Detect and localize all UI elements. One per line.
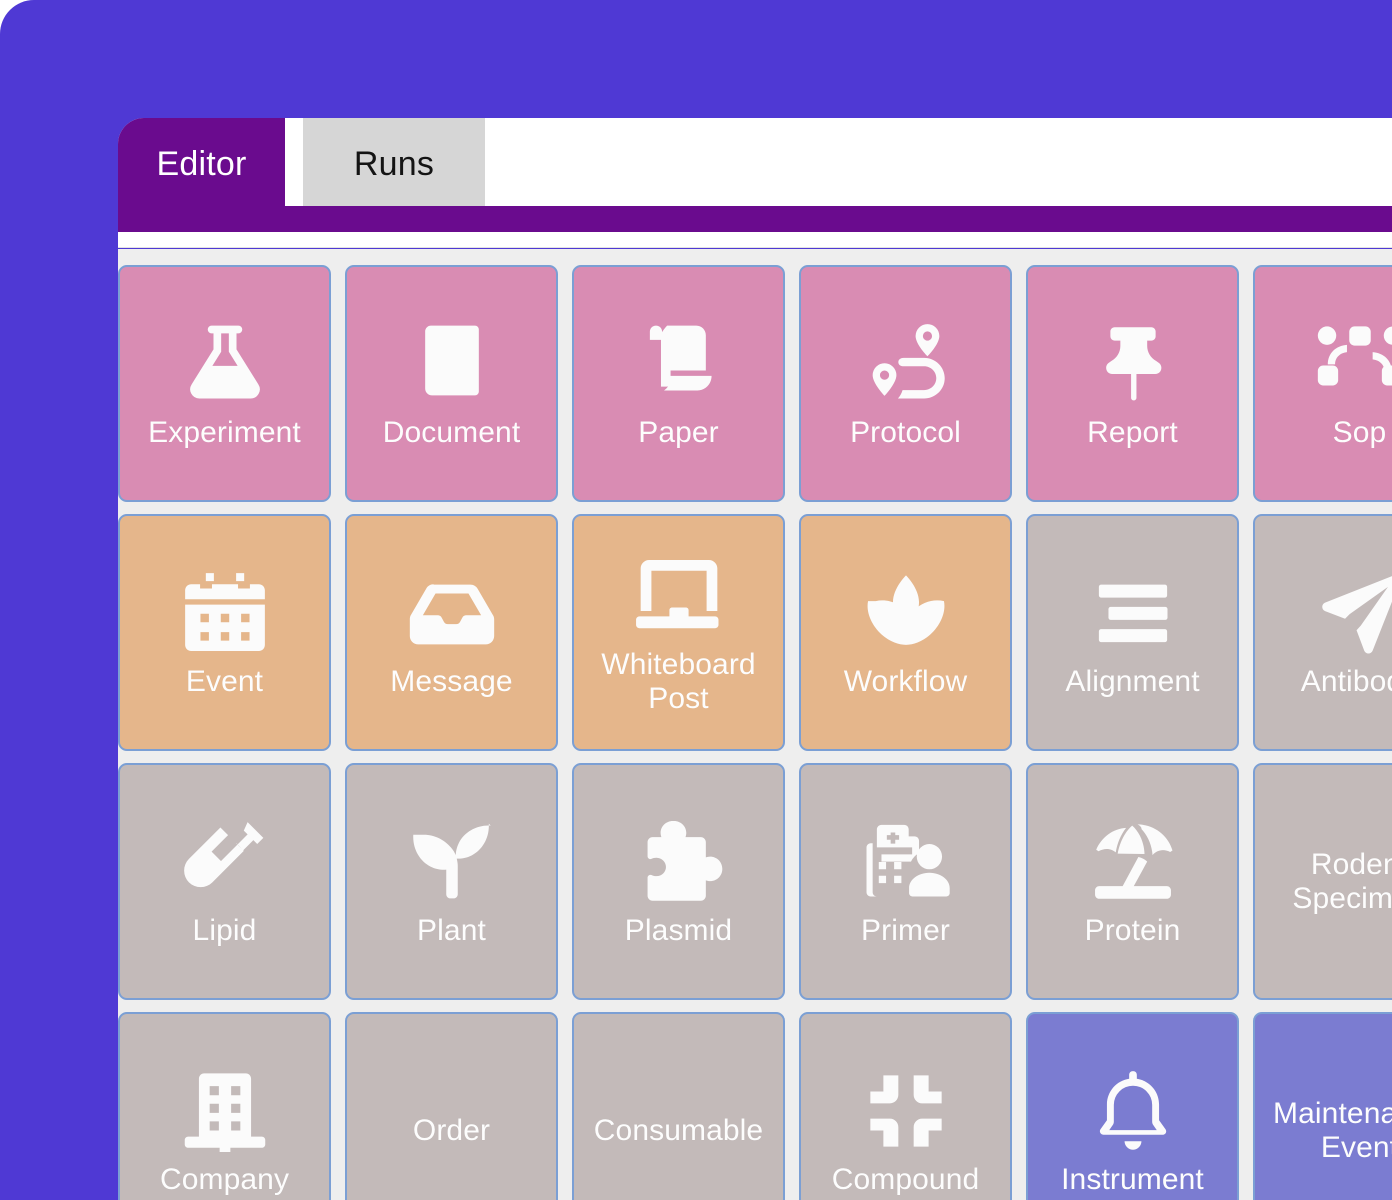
paper-plane-icon [1314,567,1392,659]
entity-tile-label: Maintenance Event [1273,1096,1392,1164]
entity-tile-primer[interactable]: Primer [799,763,1012,1000]
entity-tile-label: Plant [417,913,486,947]
whiteboard-icon [633,550,725,642]
lotus-icon [860,567,952,659]
flowchart-icon [1314,318,1392,410]
entity-tile-experiment[interactable]: Experiment [118,265,331,502]
entity-tile-sop[interactable]: Sop [1253,265,1392,502]
tab-editor[interactable]: Editor [118,118,285,210]
entity-tile-label: Plasmid [624,913,733,947]
pushpin-icon [1087,318,1179,410]
entity-tile-label: Message [390,664,513,698]
entity-tile-label: Rodent Specimen [1292,847,1392,915]
entity-tile-compound[interactable]: Compound [799,1012,1012,1200]
route-icon [860,318,952,410]
entity-tile-label: Workflow [843,664,968,698]
scroll-icon [633,318,725,410]
entity-tile-label: Antibody [1300,664,1392,698]
tab-strip: Editor Runs [118,118,1392,210]
entity-tile-whiteboard-post[interactable]: Whiteboard Post [572,514,785,751]
entity-tile-label: Protein [1084,913,1181,947]
tab-underline-bar [118,206,1392,232]
entity-tile-label: Whiteboard Post [601,647,756,715]
inbox-icon [406,567,498,659]
entity-tile-label: Lipid [192,913,257,947]
entity-tile-label: Sop [1332,415,1387,449]
entity-type-grid: Experiment Document Paper Protocol Report Sop… [118,265,1392,1200]
entity-tile-alignment[interactable]: Alignment [1026,514,1239,751]
entity-tile-message[interactable]: Message [345,514,558,751]
seedling-icon [406,816,498,908]
entity-tile-label: Order [412,1113,491,1147]
entity-tile-label: Consumable [593,1113,764,1147]
tab-runs-text: Runs [353,144,435,183]
tab-editor-text: Editor [156,144,247,183]
book-icon [406,318,498,410]
building-icon [179,1065,271,1157]
entity-tile-protein[interactable]: Protein [1026,763,1239,1000]
entity-tile-rodent-specimen[interactable]: Rodent Specimen [1253,763,1392,1000]
calendar-icon [179,567,271,659]
tab-strip-empty-area [485,118,1392,210]
entity-tile-antibody[interactable]: Antibody [1253,514,1392,751]
clinic-person-icon [860,816,952,908]
entity-tile-paper[interactable]: Paper [572,265,785,502]
entity-tile-label: Company [159,1162,290,1196]
entity-tile-event[interactable]: Event [118,514,331,751]
entity-tile-label: Primer [861,913,950,947]
entity-tile-instrument[interactable]: Instrument [1026,1012,1239,1200]
entity-tile-plant[interactable]: Plant [345,763,558,1000]
entity-tile-label: Compound [831,1162,980,1196]
entity-tile-workflow[interactable]: Workflow [799,514,1012,751]
entity-tile-company[interactable]: Company [118,1012,331,1200]
entity-tile-consumable[interactable]: Consumable [572,1012,785,1200]
entity-tile-label: Document [382,415,521,449]
entity-tile-label: Alignment [1065,664,1200,698]
entity-tile-order[interactable]: Order [345,1012,558,1200]
entity-tile-maintenance-event[interactable]: Maintenance Event [1253,1012,1392,1200]
entity-tile-label: Report [1087,415,1178,449]
beach-umbrella-icon [1087,816,1179,908]
entity-tile-document[interactable]: Document [345,265,558,502]
toolbar-strip [118,232,1392,248]
bell-icon [1087,1065,1179,1157]
entity-type-panel: Experiment Document Paper Protocol Report Sop… [118,249,1392,1200]
test-tube-icon [179,816,271,908]
entity-tile-label: Paper [638,415,719,449]
puzzle-piece-icon [633,816,725,908]
entity-tile-label: Experiment [148,415,301,449]
entity-tile-plasmid[interactable]: Plasmid [572,763,785,1000]
compress-icon [860,1065,952,1157]
flask-icon [179,318,271,410]
align-center-icon [1087,567,1179,659]
entity-tile-protocol[interactable]: Protocol [799,265,1012,502]
tab-runs[interactable]: Runs [303,118,485,210]
entity-tile-label: Instrument [1061,1162,1204,1196]
application-root: Editor Runs Experiment Document Paper Proto… [0,0,1392,1200]
entity-tile-label: Event [185,664,264,698]
entity-tile-lipid[interactable]: Lipid [118,763,331,1000]
entity-tile-report[interactable]: Report [1026,265,1239,502]
entity-tile-label: Protocol [850,415,961,449]
